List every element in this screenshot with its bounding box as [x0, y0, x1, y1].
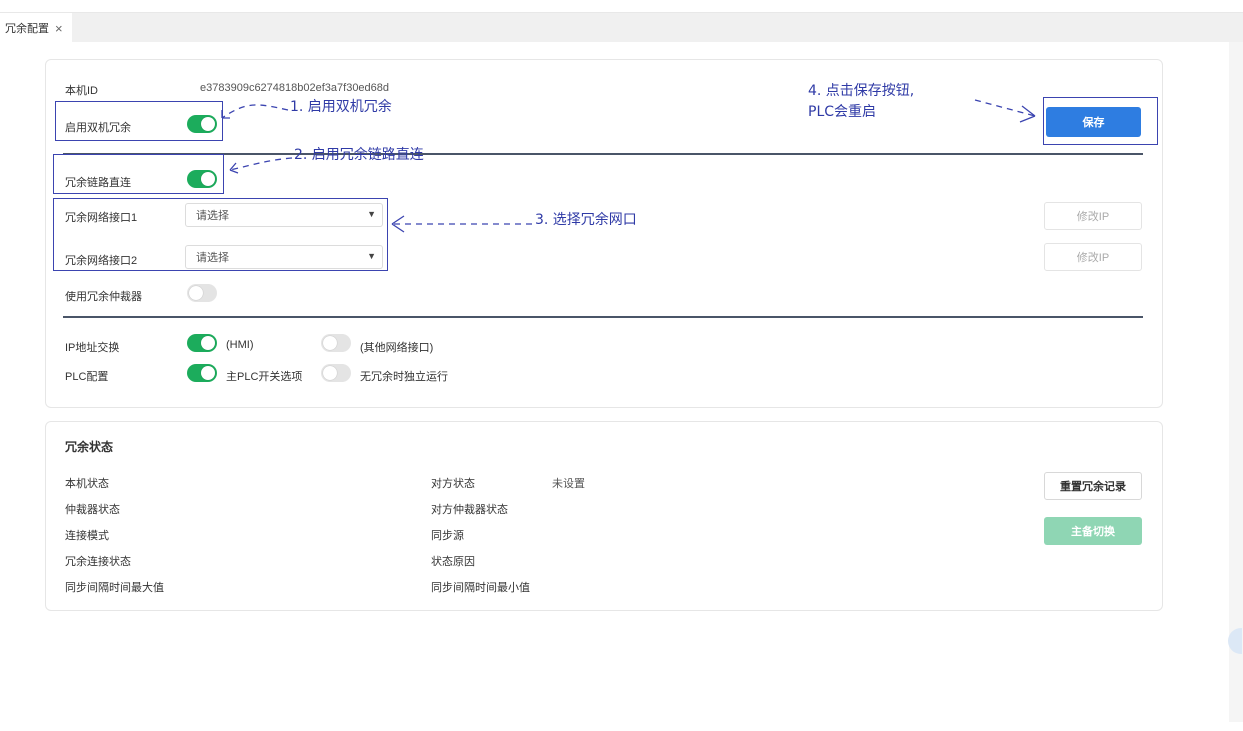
sync-min-label: 同步间隔时间最小值: [431, 582, 530, 594]
annotation-box-3: [53, 198, 388, 271]
annotation-box-2: [53, 154, 224, 194]
divider-top: [63, 153, 1143, 155]
ip-swap-other-label: (其他网络接口): [360, 342, 434, 354]
tab-title: 冗余配置: [5, 23, 49, 35]
modify-ip-button-1[interactable]: 修改IP: [1044, 202, 1142, 230]
annotation-box-4: [1043, 97, 1158, 145]
annotation-step4-line2: PLC会重启: [808, 104, 877, 120]
ip-swap-hmi-label: (HMI): [226, 339, 254, 351]
modify-ip-button-2[interactable]: 修改IP: [1044, 243, 1142, 271]
plc-master-toggle[interactable]: [187, 364, 217, 382]
status-card: [45, 421, 1163, 611]
arbiter-label: 使用冗余仲裁器: [65, 291, 142, 303]
tab-redundancy-config[interactable]: 冗余配置 ×: [0, 13, 72, 43]
scrollbar[interactable]: [1229, 42, 1243, 722]
divider-bottom: [63, 316, 1143, 318]
annotation-step3: 3. 选择冗余网口: [535, 212, 637, 228]
local-state-label: 本机状态: [65, 478, 109, 490]
arbiter-toggle[interactable]: [187, 284, 217, 302]
plc-standalone-toggle[interactable]: [321, 364, 351, 382]
peer-state-label: 对方状态: [431, 478, 475, 490]
status-title: 冗余状态: [65, 440, 114, 454]
arbiter-state-label: 仲裁器状态: [65, 504, 120, 516]
peer-state-value: 未设置: [552, 478, 585, 490]
ip-swap-other-toggle[interactable]: [321, 334, 351, 352]
plc-standalone-label: 无冗余时独立运行: [360, 371, 448, 383]
ip-swap-label: IP地址交换: [65, 342, 120, 354]
peer-arbiter-state-label: 对方仲裁器状态: [431, 504, 508, 516]
ip-swap-hmi-toggle[interactable]: [187, 334, 217, 352]
tab-bar: 冗余配置 ×: [0, 12, 1243, 43]
annotation-step1: 1. 启用双机冗余: [290, 99, 392, 115]
sync-max-label: 同步间隔时间最大值: [65, 582, 164, 594]
plc-label: PLC配置: [65, 371, 109, 383]
redundancy-conn-state-label: 冗余连接状态: [65, 556, 131, 568]
annotation-box-1: [55, 101, 223, 141]
device-id-value: e3783909c6274818b02ef3a7f30ed68d: [200, 82, 390, 94]
master-standby-switch-button[interactable]: 主备切换: [1044, 517, 1142, 545]
sync-source-label: 同步源: [431, 530, 464, 542]
conn-mode-label: 连接模式: [65, 530, 109, 542]
state-reason-label: 状态原因: [431, 556, 475, 568]
plc-master-label: 主PLC开关选项: [226, 371, 303, 383]
annotation-step4-line1: 4. 点击保存按钮,: [808, 83, 915, 99]
reset-redundancy-record-button[interactable]: 重置冗余记录: [1044, 472, 1142, 500]
annotation-step2: 2. 启用冗余链路直连: [294, 147, 424, 163]
device-id-label: 本机ID: [65, 85, 98, 97]
close-icon[interactable]: ×: [55, 21, 63, 36]
